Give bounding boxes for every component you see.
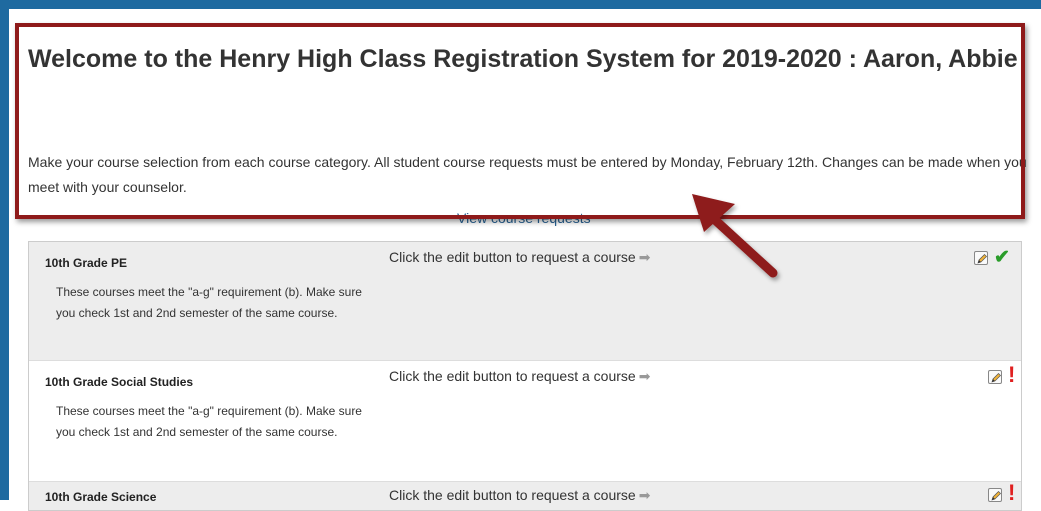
category-row: 10th Grade PE These courses meet the "a-… (29, 242, 1021, 361)
status-complete-icon: ✔ (994, 247, 1010, 268)
request-course-prompt: Click the edit button to request a cours… (389, 249, 650, 266)
window-left-border (0, 0, 9, 500)
category-name: 10th Grade Social Studies (45, 375, 194, 389)
arrow-right-icon: ➡ (638, 368, 651, 384)
window-top-border (0, 0, 1041, 9)
edit-button[interactable] (974, 251, 988, 265)
category-name: 10th Grade PE (45, 256, 128, 270)
arrow-right-icon: ➡ (638, 487, 651, 503)
status-incomplete-icon: ! (1008, 480, 1016, 505)
category-description: These courses meet the "a-g" requirement… (56, 404, 362, 439)
category-description: These courses meet the "a-g" requirement… (56, 285, 362, 320)
status-incomplete-icon: ! (1008, 362, 1016, 387)
prompt-text: Click the edit button to request a cours… (389, 249, 636, 265)
course-category-list: 10th Grade PE These courses meet the "a-… (28, 241, 1022, 511)
prompt-text: Click the edit button to request a cours… (389, 368, 636, 384)
category-row: 10th Grade Social Studies These courses … (29, 361, 1021, 482)
category-row: 10th Grade Science Click the edit button… (29, 480, 1021, 510)
pencil-edit-icon (991, 373, 1001, 383)
annotation-highlight-box (15, 23, 1025, 219)
edit-button[interactable] (988, 370, 1002, 384)
pencil-edit-icon (991, 491, 1001, 501)
category-name: 10th Grade Science (45, 490, 157, 504)
arrow-right-icon: ➡ (638, 249, 651, 265)
pencil-edit-icon (977, 254, 987, 264)
request-course-prompt: Click the edit button to request a cours… (389, 368, 650, 385)
request-course-prompt: Click the edit button to request a cours… (389, 487, 650, 504)
prompt-text: Click the edit button to request a cours… (389, 487, 636, 503)
